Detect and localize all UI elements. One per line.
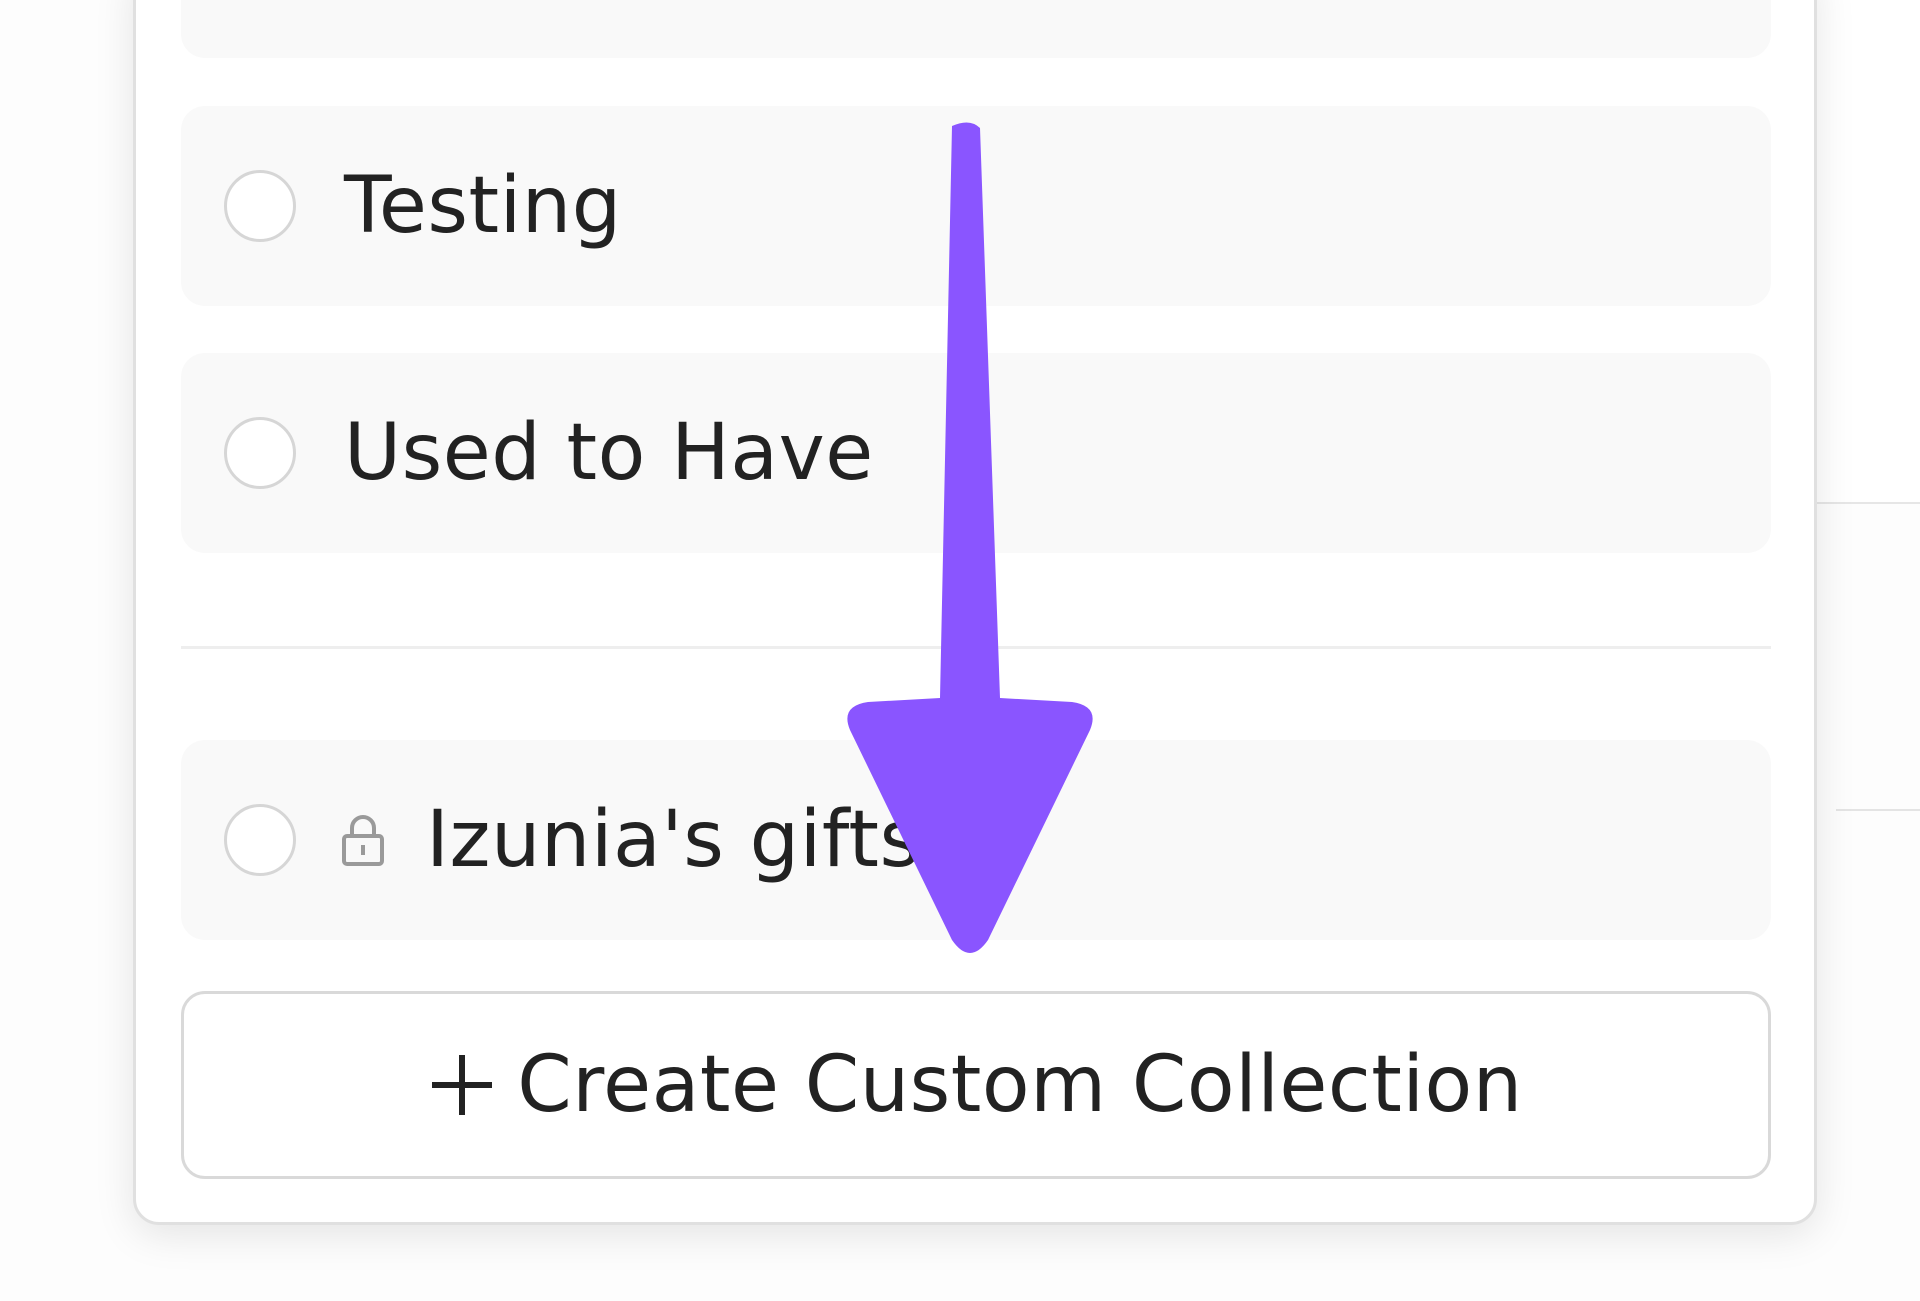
list-item-partial[interactable]	[181, 0, 1771, 58]
screen: Testing Used to Have Izunia's gifts Crea…	[0, 0, 1920, 1301]
collection-option-testing[interactable]: Testing	[181, 106, 1771, 306]
radio-button[interactable]	[224, 170, 296, 242]
lock-icon	[342, 815, 384, 866]
radio-button[interactable]	[224, 804, 296, 876]
create-button-label: Create Custom Collection	[517, 1040, 1523, 1130]
collection-label: Used to Have	[344, 408, 874, 498]
collection-option-izunias-gifts[interactable]: Izunia's gifts	[181, 740, 1771, 940]
collection-option-used-to-have[interactable]: Used to Have	[181, 353, 1771, 553]
list-divider	[181, 646, 1771, 649]
background-divider	[1836, 809, 1920, 811]
radio-button[interactable]	[224, 417, 296, 489]
plus-icon	[432, 1055, 493, 1115]
collection-label: Izunia's gifts	[426, 795, 921, 885]
collection-label: Testing	[344, 161, 622, 251]
create-custom-collection-button[interactable]: Create Custom Collection	[181, 991, 1771, 1179]
